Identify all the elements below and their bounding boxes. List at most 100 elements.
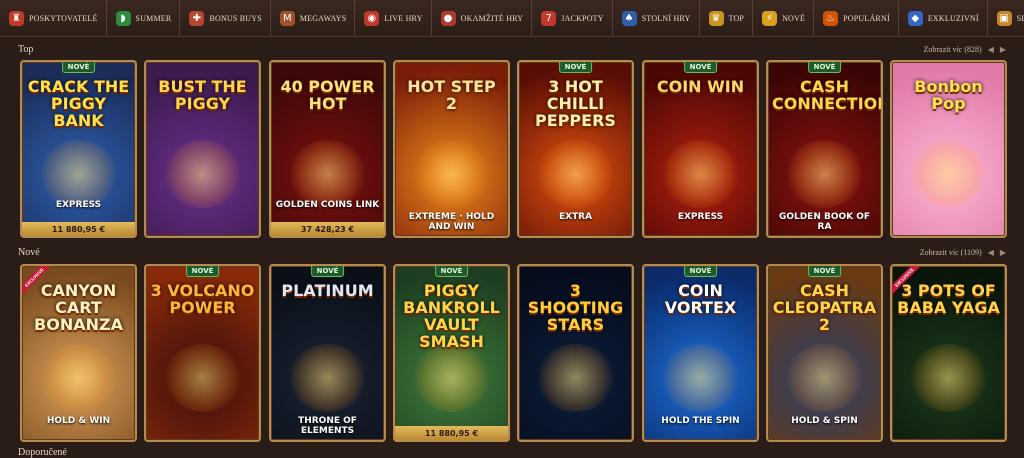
nav-item-label: SLOTY: [1016, 13, 1024, 23]
game-card[interactable]: 3 SHOOTING STARS: [517, 264, 634, 442]
game-title: 3 SHOOTING STARS: [527, 281, 624, 334]
game-title: HOT STEP 2: [407, 77, 496, 113]
game-card[interactable]: PIGGY BANKROLL VAULT SMASH NOVÉ 11 880,95 …: [393, 264, 510, 442]
game-artwork: [164, 140, 241, 208]
nav-item-sloty[interactable]: ▣ SLOTY: [986, 0, 1024, 36]
game-title: 3 POTS OF BABA YAGA: [897, 281, 1000, 317]
game-title: CASH CLEOPATRA 2: [772, 281, 877, 334]
game-title: CASH CONNECTION: [772, 77, 883, 113]
show-more-top-link[interactable]: Zobrazit víc (828): [923, 45, 981, 54]
cards-icon: ♠: [621, 10, 637, 26]
game-subtitle: GOLDEN BOOK OF RA: [778, 212, 871, 232]
nav-item-label: NOVÉ: [782, 13, 806, 23]
game-subtitle: EXTREME · HOLD AND WIN: [408, 212, 495, 232]
game-card[interactable]: 3 POTS OF BABA YAGA EXCLUSIVE: [890, 264, 1007, 442]
game-title: Bonbon Pop: [914, 77, 983, 113]
game-card[interactable]: HOT STEP 2 EXTREME · HOLD AND WIN: [393, 60, 510, 238]
arrow-right-icon[interactable]: ▶: [1000, 248, 1006, 257]
new-badge: NOVÉ: [558, 62, 593, 73]
nav-item-megaways[interactable]: M MEGAWAYS: [269, 0, 354, 36]
game-artwork: [910, 344, 987, 412]
top-games-row: CRACK THE PIGGY BANK EXPRESS NOVÉ 11 880,95…: [20, 60, 1008, 238]
game-card[interactable]: 3 VOLCANO POWER NOVÉ: [144, 264, 261, 442]
game-title: PIGGY BANKROLL VAULT SMASH: [403, 281, 500, 351]
game-card[interactable]: 40 POWER HOT GOLDEN COINS LINK 37 428,23 €: [269, 60, 386, 238]
diamond-icon: ◆: [907, 10, 923, 26]
jackpot-amount: 11 880,95 €: [395, 426, 508, 440]
arrow-left-icon[interactable]: ◀: [988, 45, 994, 54]
section-title-new: Nové: [18, 246, 40, 258]
game-artwork: [786, 140, 863, 208]
section-new-header: Nové Zobrazit víc (1109) ◀ ▶: [18, 245, 1006, 259]
category-nav: ♜ POSKYTOVATELÉ ◗ SUMMER ✚ BONUS BUYS M MEGAWAY…: [0, 0, 1024, 37]
game-subtitle: THRONE OF ELEMENTS: [298, 416, 357, 436]
nav-item-populární[interactable]: ♨ POPULÁRNÍ: [813, 0, 898, 36]
nav-item-label: BONUS BUYS: [209, 13, 262, 23]
nav-item-nové[interactable]: ⚡ NOVÉ: [752, 0, 813, 36]
new-games-row: CANYON CART BONANZA HOLD & WIN EXCLUSIVE 3 …: [20, 264, 1008, 442]
game-card[interactable]: CASH CLEOPATRA 2 HOLD & SPIN NOVÉ: [766, 264, 883, 442]
bomb-icon: ●: [440, 10, 456, 26]
game-title: CRACK THE PIGGY BANK: [27, 77, 130, 130]
seven-icon: 7: [541, 10, 557, 26]
game-title: COIN WIN: [656, 77, 745, 96]
nav-item-summer[interactable]: ◗ SUMMER: [105, 0, 180, 36]
nav-item-jackpoty[interactable]: 7 JACKPOTY: [531, 0, 612, 36]
game-card[interactable]: CASH CONNECTION GOLDEN BOOK OF RA NOVÉ: [766, 60, 883, 238]
game-card[interactable]: COIN VORTEX HOLD THE SPIN NOVÉ: [642, 264, 759, 442]
new-badge: NOVÉ: [807, 62, 842, 73]
nav-item-label: STOLNÍ HRY: [641, 13, 691, 23]
game-card[interactable]: BUST THE PIGGY: [144, 60, 261, 238]
game-subtitle: HOLD & SPIN: [791, 416, 858, 426]
game-subtitle: EXPRESS: [55, 200, 102, 210]
game-card[interactable]: CANYON CART BONANZA HOLD & WIN EXCLUSIVE: [20, 264, 137, 442]
game-title: 3 HOT CHILLI PEPPERS: [535, 77, 616, 130]
nav-item-top[interactable]: ♛ TOP: [698, 0, 753, 36]
game-card[interactable]: PLATINUM THRONE OF ELEMENTS NOVÉ: [269, 264, 386, 442]
nav-item-poskytovatelé[interactable]: ♜ POSKYTOVATELÉ: [0, 0, 106, 36]
arrow-left-icon[interactable]: ◀: [988, 248, 994, 257]
arrow-right-icon[interactable]: ▶: [1000, 45, 1006, 54]
game-card[interactable]: CRACK THE PIGGY BANK EXPRESS NOVÉ 11 880,95…: [20, 60, 137, 238]
game-title: 40 POWER HOT: [280, 77, 375, 113]
new-badge: NOVÉ: [310, 266, 345, 277]
nav-item-okamžité-hry[interactable]: ● OKAMŽITÉ HRY: [430, 0, 532, 36]
game-artwork: [40, 140, 117, 208]
new-badge: NOVÉ: [683, 266, 718, 277]
section-top-controls: Zobrazit víc (828) ◀ ▶: [923, 45, 1006, 54]
section-top-header: Top Zobrazit víc (828) ◀ ▶: [18, 42, 1006, 56]
game-title: PLATINUM: [281, 281, 374, 300]
game-subtitle: EXPRESS: [677, 212, 724, 222]
game-artwork: [662, 344, 739, 412]
game-artwork: [164, 344, 241, 412]
game-title: CANYON CART BONANZA: [34, 281, 123, 334]
show-more-new-link[interactable]: Zobrazit víc (1109): [920, 248, 982, 257]
new-badge: NOVÉ: [434, 266, 469, 277]
game-subtitle: GOLDEN COINS LINK: [275, 200, 380, 210]
new-badge: NOVÉ: [683, 62, 718, 73]
game-card[interactable]: 3 HOT CHILLI PEPPERS EXTRA NOVÉ: [517, 60, 634, 238]
nav-item-label: SUMMER: [135, 13, 172, 23]
game-artwork: [537, 140, 614, 208]
nav-item-stolní-hry[interactable]: ♠ STOLNÍ HRY: [611, 0, 699, 36]
new-badge: NOVÉ: [61, 62, 96, 73]
game-artwork: [786, 344, 863, 412]
watermelon-icon: ◗: [115, 10, 131, 26]
nav-item-live-hry[interactable]: ◉ LIVE HRY: [354, 0, 430, 36]
jackpot-amount: 37 428,23 €: [271, 222, 384, 236]
game-artwork: [662, 140, 739, 208]
nav-item-bonus-buys[interactable]: ✚ BONUS BUYS: [179, 0, 269, 36]
game-card[interactable]: Bonbon Pop: [890, 60, 1007, 238]
nav-item-label: EXKLUZIVNÍ: [927, 13, 979, 23]
game-title: BUST THE PIGGY: [158, 77, 247, 113]
new-badge: NOVÉ: [185, 266, 220, 277]
game-title: COIN VORTEX: [664, 281, 737, 317]
new-badge: NOVÉ: [807, 266, 842, 277]
game-artwork: [910, 140, 987, 208]
nav-item-label: MEGAWAYS: [299, 13, 347, 23]
nav-item-label: JACKPOTY: [561, 13, 604, 23]
game-card[interactable]: COIN WIN EXPRESS NOVÉ: [642, 60, 759, 238]
lightning-icon: ⚡: [762, 10, 778, 26]
nav-item-exkluzivní[interactable]: ◆ EXKLUZIVNÍ: [897, 0, 987, 36]
providers-icon: ♜: [9, 10, 24, 26]
